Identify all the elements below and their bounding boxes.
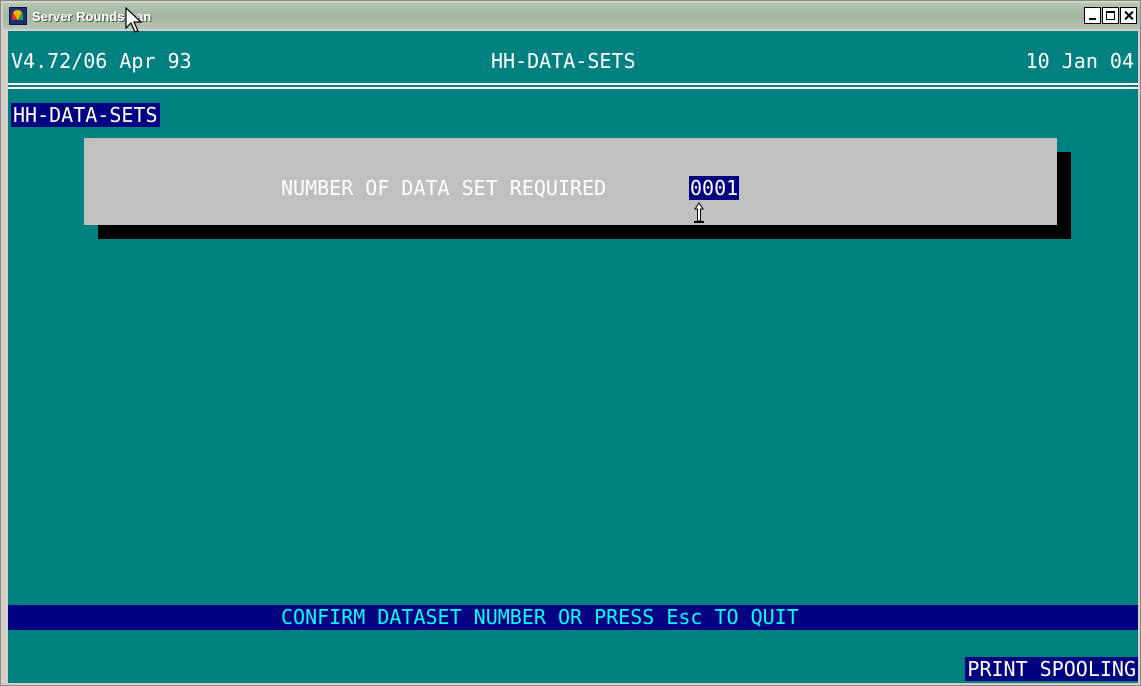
maximize-button[interactable] (1102, 7, 1119, 24)
text-cursor-icon (694, 202, 704, 223)
header-divider-top (8, 83, 1138, 85)
header-divider-bottom (8, 87, 1138, 89)
minimize-button[interactable] (1084, 7, 1101, 24)
print-spooling-indicator: PRINT SPOOLING (965, 657, 1138, 681)
terminal-screen: V4.72/06 Apr 93 HH-DATA-SETS 10 Jan 04 H… (8, 31, 1138, 683)
rainbow-app-icon[interactable] (9, 7, 27, 25)
data-set-dialog: NUMBER OF DATA SET REQUIRED 0001 (84, 138, 1057, 225)
data-set-number-input[interactable]: 0001 (689, 176, 740, 200)
app-window: Server Roundsman V4.72/06 Apr 93 HH-DATA… (0, 0, 1141, 686)
screen-title: HH-DATA-SETS (491, 49, 636, 73)
status-bar: CONFIRM DATASET NUMBER OR PRESS Esc TO Q… (8, 605, 1138, 630)
data-set-prompt: NUMBER OF DATA SET REQUIRED (281, 176, 607, 200)
date-label: 10 Jan 04 (1025, 49, 1134, 73)
window-controls (1083, 7, 1137, 24)
mouse-pointer-icon (125, 7, 143, 33)
section-label: HH-DATA-SETS (11, 103, 160, 127)
title-bar[interactable]: Server Roundsman (3, 3, 1140, 29)
version-label: V4.72/06 Apr 93 (11, 49, 192, 73)
status-message: CONFIRM DATASET NUMBER OR PRESS Esc TO Q… (281, 605, 799, 629)
close-button[interactable] (1120, 7, 1137, 24)
